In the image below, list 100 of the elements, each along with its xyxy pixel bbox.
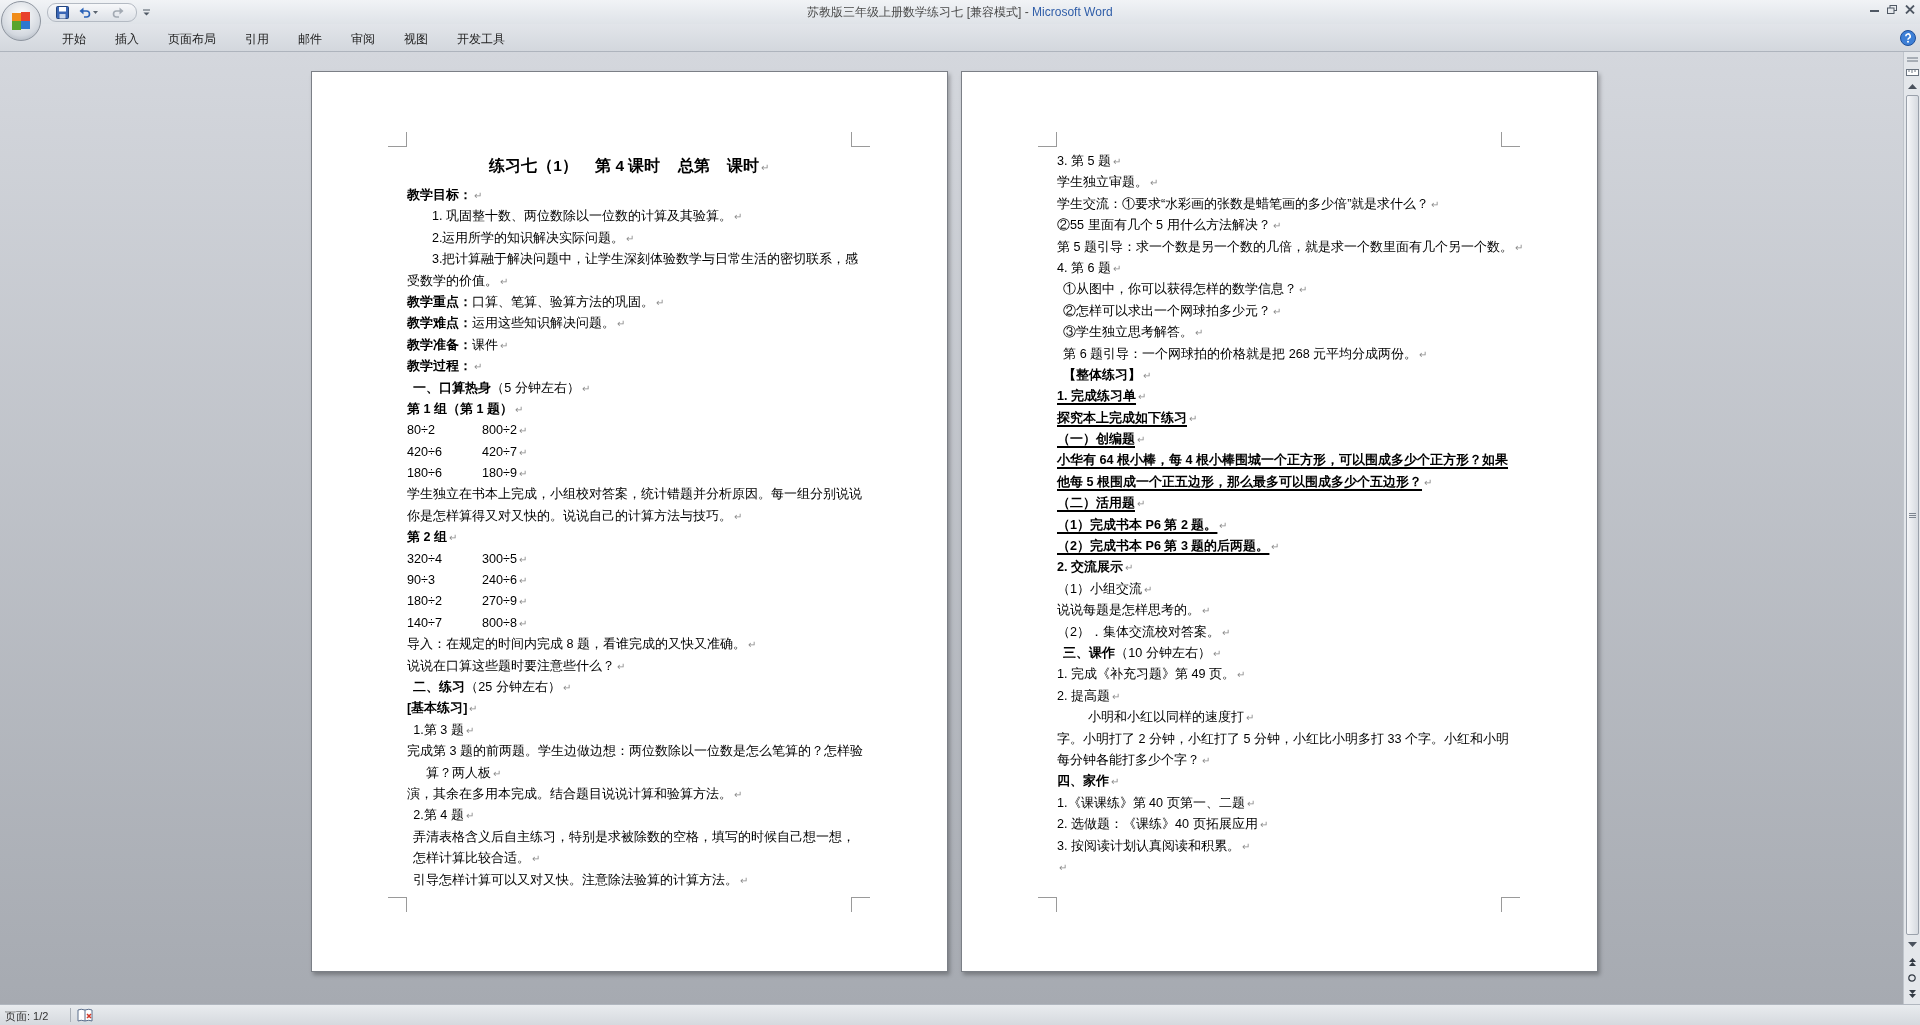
underlined-text: 1. 完成练习单 (1057, 387, 1136, 406)
paragraph-mark: ↵ (1272, 219, 1281, 234)
body-text: 1. 完成《补充习题》第 49 页。 (1057, 666, 1235, 684)
up-arrow-icon[interactable] (1907, 83, 1917, 89)
close-icon[interactable] (1905, 4, 1915, 14)
paragraph-mark: ↵ (1137, 497, 1145, 512)
ribbon-tab[interactable]: 审阅 (336, 27, 389, 51)
division-expression: 420÷7 (482, 443, 517, 461)
section-heading: 第 1 组（第 1 题） (407, 400, 513, 418)
corner-mark-icon (1038, 897, 1057, 912)
body-text: 受数学的价值。 (407, 272, 498, 290)
underlined-text: 探究本上完成如下练习 (1057, 409, 1187, 427)
corner-mark-icon (851, 897, 870, 912)
section-heading: 教学过程： (407, 358, 472, 376)
body-text: 导入：在规定的时间内完成 8 题，看谁完成的又快又准确。 (407, 636, 746, 654)
ribbon-tab[interactable]: 插入 (100, 27, 153, 51)
division-expression: 180÷9 (482, 465, 517, 483)
scroll-thumb[interactable] (1905, 95, 1919, 935)
division-expression: 800÷8 (482, 614, 517, 632)
body-text: 2. 提高题 (1057, 687, 1110, 705)
paragraph-mark: ↵ (518, 552, 527, 567)
book-icon[interactable] (77, 1008, 93, 1022)
double-up-arrow-icon[interactable] (1908, 958, 1916, 966)
ribbon-tab[interactable]: 引用 (230, 27, 283, 51)
underlined-text: （一）创编题 (1057, 431, 1135, 449)
ribbon-tab[interactable]: 页面布局 (153, 27, 230, 51)
undo-icon[interactable] (79, 6, 91, 18)
division-expression: 270÷9 (482, 593, 517, 611)
body-text: 演，其余在多用本完成。结合题目说说计算和验算方法。 (407, 785, 732, 803)
body-text: 1. 巩固整十数、两位数除以一位数的计算及其验算。 (431, 208, 732, 226)
save-icon[interactable] (56, 5, 69, 19)
paragraph-mark: ↵ (1195, 326, 1204, 341)
ribbon-tab[interactable]: 开始 (47, 27, 100, 51)
paragraph-mark: ↵ (1125, 561, 1133, 576)
underlined-text: 小华有 64 根小棒，每 4 根小棒围城一个正方形，可以围成多少个正方形？如果 (1057, 451, 1508, 470)
body-text: 2.运用所学的知识解决实际问题。 (431, 229, 625, 247)
paragraph-mark: ↵ (518, 574, 527, 589)
body-text: 一、口算热身（5 分钟左右） (413, 379, 580, 397)
paragraph-mark: ↵ (1113, 155, 1121, 169)
body-text: 小明和小红以同样的速度打 (1088, 709, 1245, 727)
body-text: 1.第 3 题 (413, 721, 464, 739)
ribbon-tab[interactable]: 邮件 (283, 27, 336, 51)
body-text: 3. 第 5 题 (1057, 153, 1111, 170)
paragraph-mark: ↵ (734, 787, 742, 802)
body-text: 说说每题是怎样思考的。 (1057, 602, 1200, 620)
split-handle-icon[interactable] (1906, 57, 1918, 62)
ribbon-tab[interactable]: 视图 (389, 27, 442, 51)
window-title: 苏教版三年级上册数学练习七 [兼容模式] - Microsoft Word (807, 4, 1113, 21)
division-expression: 800÷2 (482, 422, 517, 440)
body-text: 1.《课课练》第 40 页第一、二题 (1057, 794, 1245, 812)
paragraph-mark: ↵ (1189, 411, 1197, 426)
paragraph-mark: ↵ (500, 338, 508, 353)
paragraph-mark: ↵ (518, 595, 527, 610)
restore-icon[interactable] (1887, 4, 1897, 14)
body-text: 第 5 题引导：求一个数是另一个数的几倍，就是求一个数里面有几个另一个数。 (1057, 238, 1513, 256)
section-heading: 教学目标： (407, 187, 472, 204)
paragraph-mark: ↵ (1246, 711, 1255, 726)
double-down-arrow-icon[interactable] (1908, 990, 1916, 998)
paragraph-mark: ↵ (449, 531, 457, 546)
down-arrow-icon[interactable] (1907, 941, 1917, 947)
paragraph-mark: ↵ (500, 274, 508, 289)
ruler-icon[interactable] (1905, 66, 1919, 78)
paragraph-mark: ↵ (518, 616, 527, 631)
paragraph-mark: ↵ (1137, 433, 1145, 448)
dropdown-caret-icon[interactable] (143, 8, 150, 16)
caret-icon[interactable] (93, 10, 98, 14)
paragraph-mark: ↵ (1222, 625, 1230, 640)
paragraph-mark: ↵ (1143, 368, 1152, 383)
paragraph-mark: ↵ (748, 638, 756, 653)
division-expression: 420÷6 (407, 444, 442, 459)
body-text: 弄清表格含义后自主练习，特别是求被除数的空格，填写的时候自己想一想， (413, 828, 856, 846)
page-indicator[interactable]: 页面: 1/2 (5, 1010, 49, 1022)
paragraph-mark: ↵ (1271, 540, 1280, 555)
paragraph-mark: ↵ (1059, 860, 1067, 875)
body-text: 学生独立在书本上完成，小组校对答案，统计错题并分析原因。每一组分别说说 (407, 486, 862, 504)
squares-logo-icon (10, 10, 32, 32)
body-text: ③学生独立思考解答。 (1063, 324, 1194, 342)
body-text: 算？两人板 (425, 764, 491, 782)
body-text: 引导怎样计算可以又对又快。注意除法验算的计算方法。 (413, 871, 739, 889)
body-text: （1）小组交流 (1057, 580, 1142, 598)
paragraph-mark: ↵ (1242, 839, 1250, 854)
paragraph-mark: ↵ (733, 210, 742, 225)
paragraph-mark: ↵ (492, 766, 501, 781)
circle-icon[interactable] (1908, 974, 1916, 982)
paragraph-mark: ↵ (1144, 582, 1152, 597)
paragraph-mark: ↵ (518, 424, 527, 439)
body-text: 怎样计算比较合适。 (413, 850, 531, 868)
section-heading: [基本练习] (407, 700, 468, 718)
paragraph-mark: ↵ (617, 317, 625, 332)
division-expression: 300÷5 (482, 550, 517, 568)
division-expression: 80÷2 (407, 423, 435, 438)
section-heading: 2. 交流展示 (1057, 558, 1123, 577)
body-text: 3. 按阅读计划认真阅读和积累。 (1057, 837, 1240, 855)
corner-mark-icon (388, 132, 407, 147)
ribbon-tab[interactable]: 开发工具 (442, 27, 519, 51)
paragraph-mark: ↵ (1237, 668, 1245, 683)
corner-mark-icon (388, 897, 407, 912)
help-icon[interactable] (1900, 29, 1916, 46)
paragraph-mark: ↵ (465, 723, 474, 738)
body-text: 教学难点：运用这些知识解决问题。 (407, 315, 615, 333)
